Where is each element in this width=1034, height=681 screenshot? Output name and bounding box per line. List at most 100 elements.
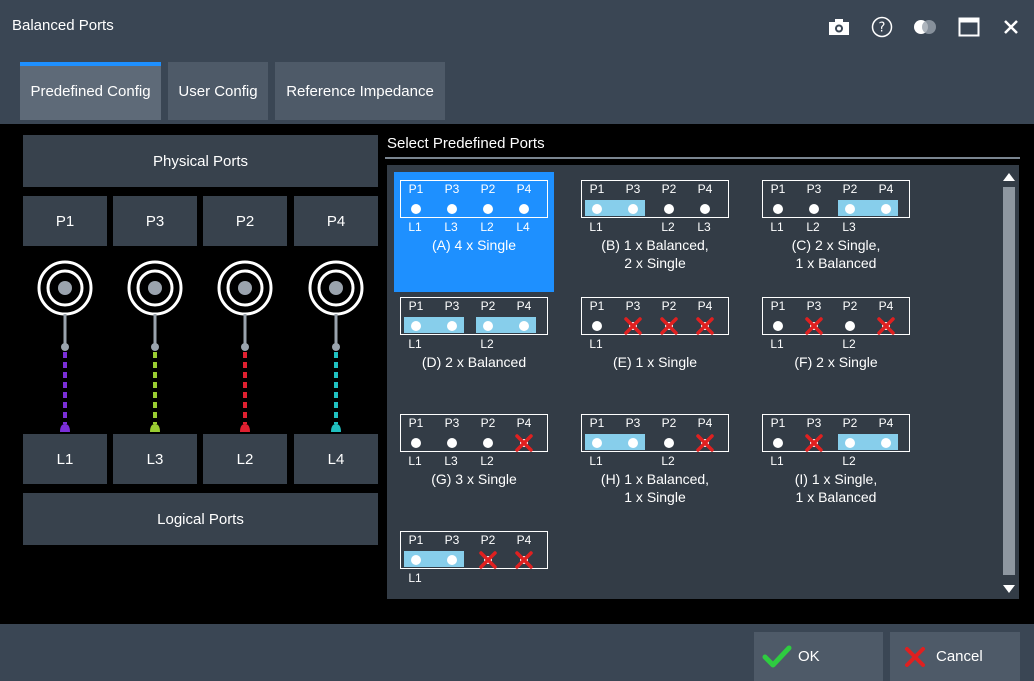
port-config-option[interactable]: P1 P3 P2 P4 L1 L3 L2 (G) 3 x Single: [394, 406, 554, 526]
physical-port-label: P4: [878, 416, 894, 430]
option-caption-line: (G) 3 x Single: [431, 471, 517, 487]
close-icon[interactable]: [998, 14, 1024, 40]
physical-port-label: P4: [878, 299, 894, 313]
physical-port-label: P2: [661, 416, 677, 430]
logical-port-label: L3: [842, 220, 856, 234]
option-caption-line: 1 x Single: [624, 489, 686, 505]
port-config-option[interactable]: P1 P3 P2 P4 L1 L2 (H) 1 x Balanced, 1 x Single: [575, 406, 735, 526]
port-dot-icon: [483, 321, 493, 331]
logical-ports-label: Logical Ports: [157, 510, 244, 528]
port-dot-icon: [411, 204, 421, 214]
logical-port-label: L1: [589, 454, 603, 468]
port-config-option[interactable]: P1 P3 P2 P4 L1 L2 L3 (B) 1 x Balanced, 2 x Singl…: [575, 172, 735, 292]
option-caption: (H) 1 x Balanced, 1 x Single: [575, 470, 735, 506]
option-caption-line: (B) 1 x Balanced,: [601, 237, 709, 253]
port-config-option[interactable]: P1 P3 P2 P4 L1 (E) 1 x Single: [575, 289, 735, 409]
port-dot-icon: [447, 438, 457, 448]
port-dot-icon: [809, 204, 819, 214]
physical-port-label: P1: [589, 299, 605, 313]
physical-port-label: P1: [770, 182, 786, 196]
logical-port-label: L3: [444, 454, 458, 468]
cancel-label: Cancel: [936, 648, 983, 665]
physical-port-label: P2: [661, 299, 677, 313]
logical-port-l2: L2: [203, 434, 287, 484]
port-disabled-x-icon: [479, 551, 497, 569]
port-dot-icon: [845, 438, 855, 448]
logical-port-label: L2: [480, 220, 494, 234]
physical-port-label: P4: [516, 182, 532, 196]
logical-port-l3: L3: [113, 434, 197, 484]
physical-port-label: P1: [408, 416, 424, 430]
option-caption: (C) 2 x Single, 1 x Balanced: [756, 236, 916, 272]
logical-port-label: L1: [589, 220, 603, 234]
port-dot-icon: [447, 204, 457, 214]
logical-port-label: L1: [408, 571, 422, 585]
port-dot-icon: [845, 321, 855, 331]
scroll-down-icon[interactable]: [1003, 585, 1015, 593]
physical-port-label: P2: [480, 533, 496, 547]
port-disabled-x-icon: [877, 317, 895, 335]
port-config-preview: P1 P3 P2 P4: [581, 297, 729, 335]
port-config-option[interactable]: P1 P3 P2 P4 L1 L2 (I) 1 x Single, 1 x Balanced: [756, 406, 916, 526]
port-disabled-x-icon: [515, 434, 533, 452]
port-config-preview: P1 P3 P2 P4: [581, 180, 729, 218]
port-config-option[interactable]: P1 P3 P2 P4 L1 L2 (F) 2 x Single: [756, 289, 916, 409]
port-config-preview: P1 P3 P2 P4: [400, 531, 548, 569]
scroll-thumb[interactable]: [1003, 187, 1015, 575]
port-config-preview: P1 P3 P2 P4: [400, 297, 548, 335]
port-config-option[interactable]: P1 P3 P2 P4 L1 L2 L3 (C) 2 x Single, 1 x Balance…: [756, 172, 916, 292]
port-disabled-x-icon: [696, 434, 714, 452]
port-config-preview: P1 P3 P2 P4: [762, 297, 910, 335]
svg-text:?: ?: [879, 21, 886, 36]
logical-port-label: L2: [842, 454, 856, 468]
port-connectors-diagram: [37, 260, 364, 432]
logical-port-label: L1: [408, 454, 422, 468]
port-config-option[interactable]: P1 P3 P2 P4 L1 L3 L2 L4 (A) 4 x Single: [394, 172, 554, 292]
section-title: Select Predefined Ports: [387, 135, 545, 152]
option-caption-line: 1 x Balanced: [795, 255, 877, 271]
ok-button[interactable]: OK: [754, 632, 883, 681]
physical-port-label: P1: [770, 416, 786, 430]
option-caption-line: (A) 4 x Single: [431, 237, 517, 253]
physical-port-label: P3: [806, 299, 822, 313]
toggle-icon[interactable]: [912, 14, 938, 40]
connector-node: [241, 343, 249, 351]
physical-port-label: P2: [480, 182, 496, 196]
physical-port-label: P4: [516, 299, 532, 313]
port-config-preview: P1 P3 P2 P4: [400, 180, 548, 218]
logical-port-label: L1: [770, 337, 784, 351]
physical-port-label: P1: [589, 182, 605, 196]
port-dot-icon: [881, 204, 891, 214]
camera-icon[interactable]: [826, 14, 852, 40]
port-dot-icon: [519, 321, 529, 331]
cancel-x-icon: [905, 646, 925, 667]
logical-link-end: [60, 424, 70, 432]
port-config-preview: P1 P3 P2 P4: [762, 414, 910, 452]
port-label: L3: [146, 450, 164, 468]
port-disabled-x-icon: [805, 434, 823, 452]
port-dot-icon: [664, 438, 674, 448]
logical-port-label: L2: [480, 337, 494, 351]
port-config-option[interactable]: P1 P3 P2 P4 L1 L2 (D) 2 x Balanced: [394, 289, 554, 409]
physical-port-label: P3: [444, 182, 460, 196]
logical-port-label: L2: [806, 220, 820, 234]
port-dot-icon: [881, 438, 891, 448]
logical-port-label: L1: [770, 454, 784, 468]
port-disabled-x-icon: [624, 317, 642, 335]
option-caption: (B) 1 x Balanced, 2 x Single: [575, 236, 735, 272]
physical-port-label: P4: [697, 299, 713, 313]
option-caption-line: (C) 2 x Single,: [791, 237, 881, 253]
port-dot-icon: [411, 438, 421, 448]
maximize-icon[interactable]: [956, 14, 982, 40]
scroll-up-icon[interactable]: [1003, 173, 1015, 181]
port-dot-icon: [592, 321, 602, 331]
physical-port-label: P2: [842, 416, 858, 430]
port-label: L2: [236, 450, 254, 468]
cancel-button[interactable]: Cancel: [890, 632, 1020, 681]
help-icon[interactable]: ?: [869, 14, 895, 40]
option-caption-line: (F) 2 x Single: [794, 354, 878, 370]
vertical-scrollbar[interactable]: [999, 165, 1019, 599]
option-caption-line: (D) 2 x Balanced: [421, 354, 527, 370]
port-dot-icon: [519, 204, 529, 214]
physical-port-label: P4: [516, 416, 532, 430]
